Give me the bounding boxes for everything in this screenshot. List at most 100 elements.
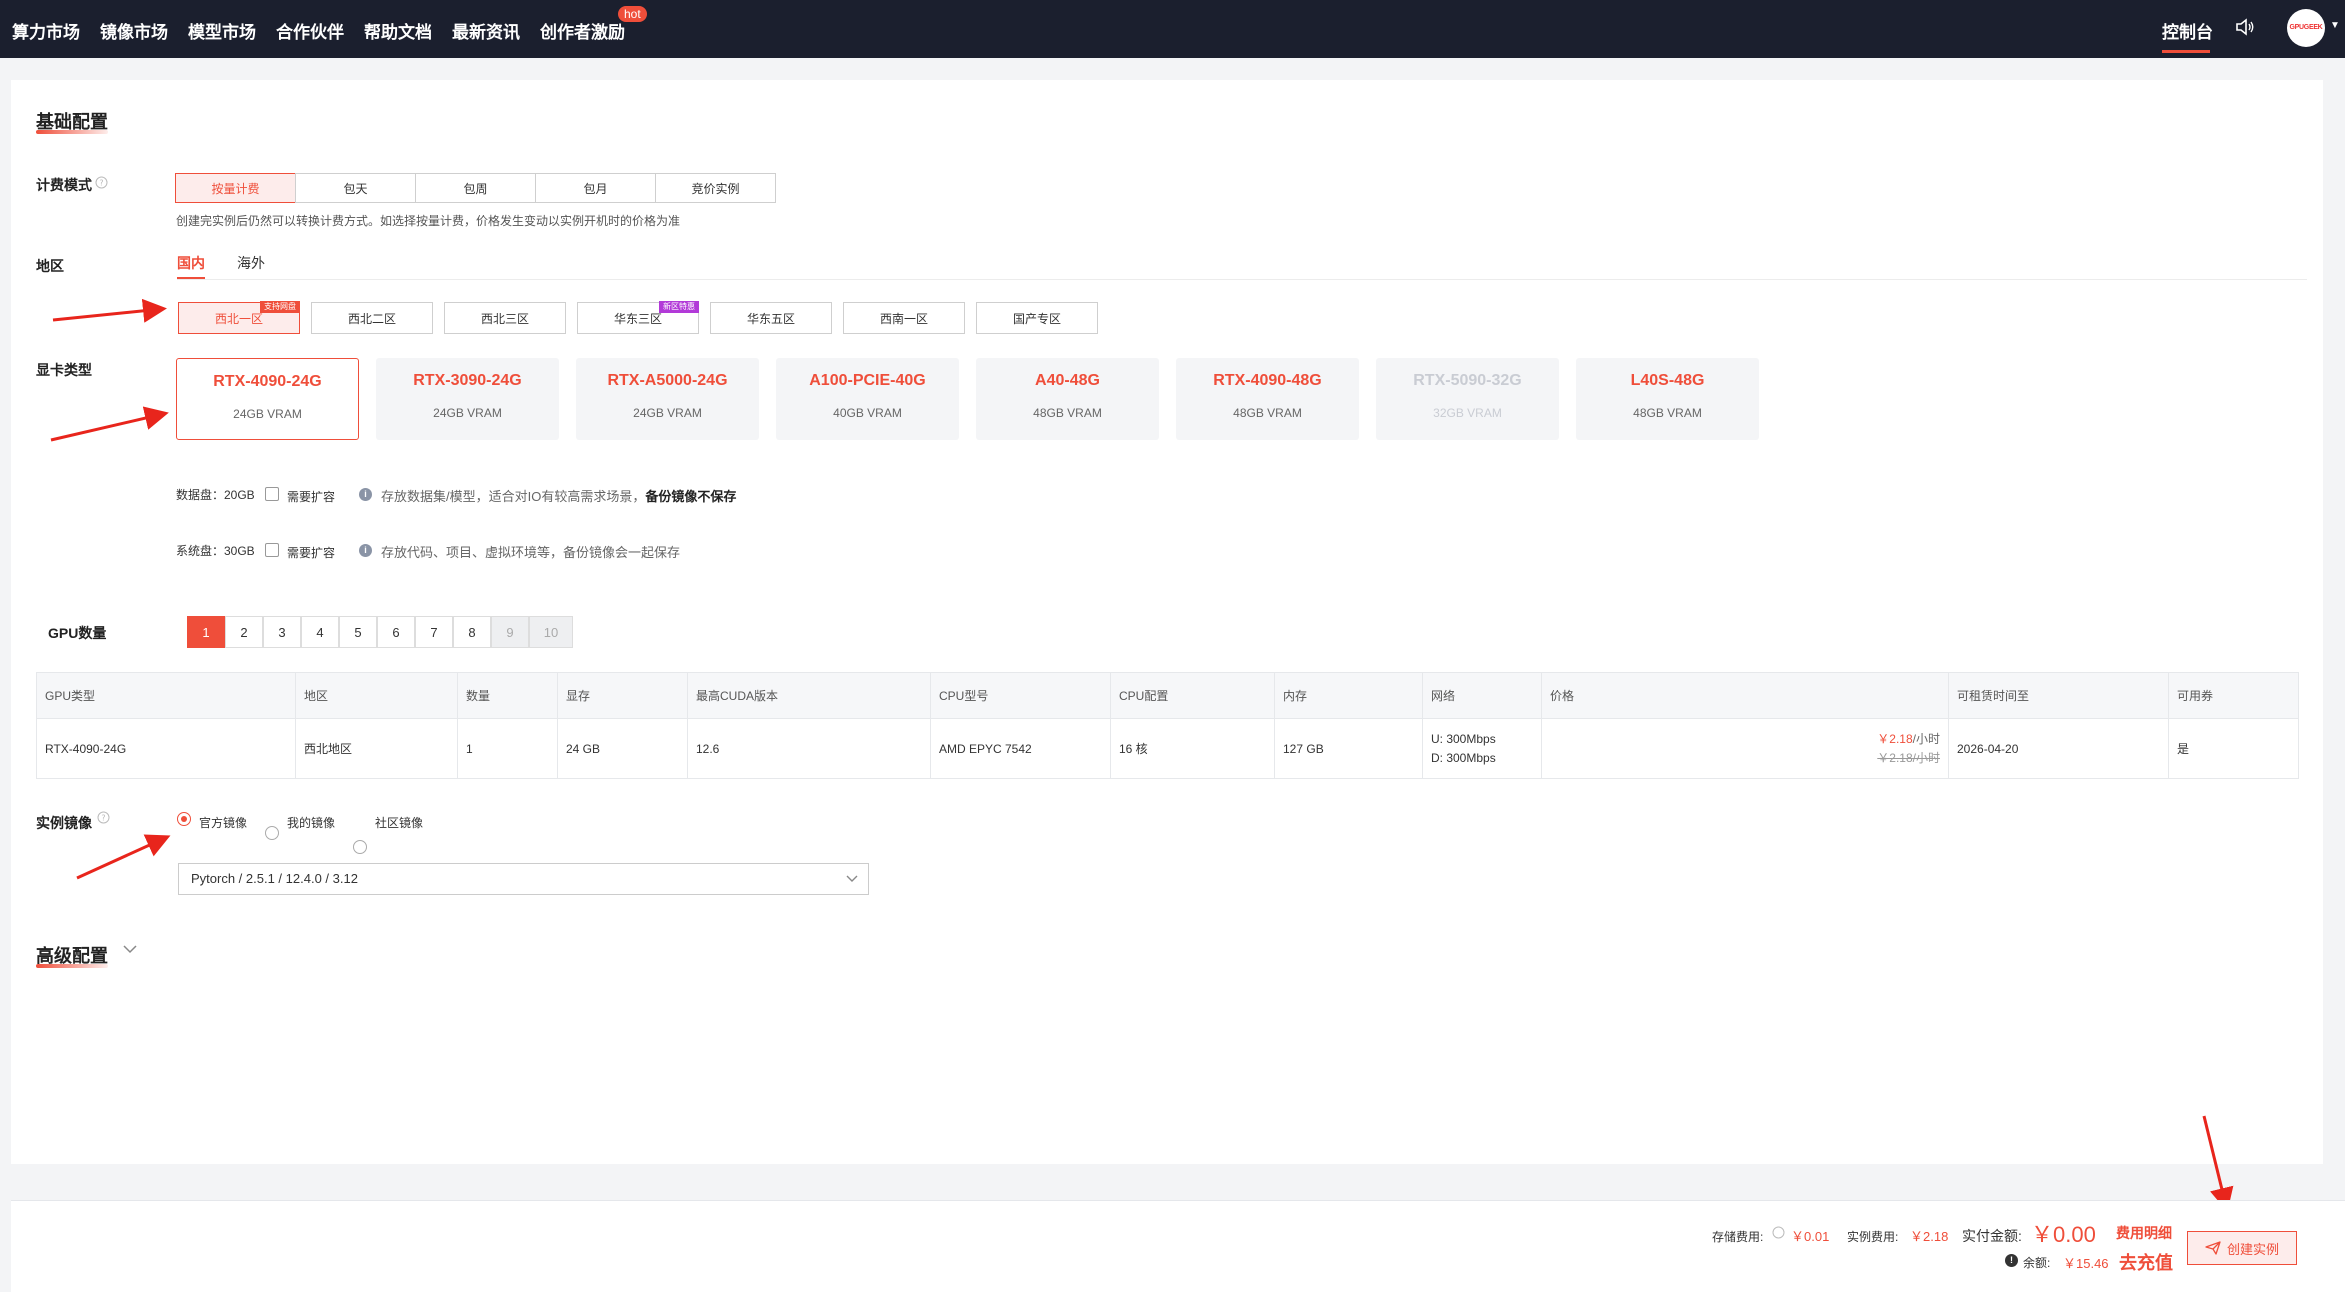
info-icon: ! bbox=[2005, 1254, 2018, 1267]
gpu-card-a40-48g[interactable]: A40-48G 48GB VRAM bbox=[976, 358, 1159, 440]
gpu-count-10: 10 bbox=[529, 616, 573, 648]
gpu-count-5[interactable]: 5 bbox=[339, 616, 377, 648]
arrow-region bbox=[52, 298, 167, 323]
gpu-card-rtx4090-48g[interactable]: RTX-4090-48G 48GB VRAM bbox=[1176, 358, 1359, 440]
price-unit: /小时 bbox=[1912, 731, 1940, 746]
gpu-name: RTX-5090-32G bbox=[1413, 372, 1522, 389]
nav-console[interactable]: 控制台 bbox=[2162, 18, 2213, 43]
data-disk-expand-label: 需要扩容 bbox=[287, 490, 336, 504]
nav-news[interactable]: 最新资讯 bbox=[452, 18, 520, 43]
arrow-image bbox=[76, 834, 171, 880]
th-rent-until: 可租赁时间至 bbox=[1948, 672, 2169, 719]
gpu-card-rtx3090-24g[interactable]: RTX-3090-24G 24GB VRAM bbox=[376, 358, 559, 440]
tab-overseas[interactable]: 海外 bbox=[237, 253, 265, 273]
image-select[interactable]: Pytorch / 2.5.1 / 12.4.0 / 3.12 bbox=[178, 863, 869, 895]
gpu-card-l40s-48g[interactable]: L40S-48G 48GB VRAM bbox=[1576, 358, 1759, 440]
billing-option-daily[interactable]: 包天 bbox=[295, 173, 416, 203]
instance-cost-value: ￥2.18 bbox=[1910, 1229, 1949, 1244]
price-old: ￥2.18/小时 bbox=[1877, 750, 1940, 765]
region-label-westnorth-1: 西北一区 bbox=[214, 311, 263, 326]
radio-label-mine: 我的镜像 bbox=[287, 816, 336, 830]
billing-option-monthly[interactable]: 包月 bbox=[535, 173, 656, 203]
th-vram: 显存 bbox=[557, 672, 688, 719]
avatar[interactable]: GPUGEEK bbox=[2287, 9, 2325, 47]
gpu-name: L40S-48G bbox=[1630, 372, 1705, 389]
nav-creator-incentive[interactable]: 创作者激励 bbox=[540, 18, 625, 43]
cell-memory: 127 GB bbox=[1274, 718, 1423, 779]
th-count: 数量 bbox=[457, 672, 558, 719]
gpu-name: RTX-4090-48G bbox=[1213, 372, 1322, 389]
title-underline bbox=[36, 964, 108, 968]
region-domestic-zone[interactable]: 国产专区 bbox=[976, 302, 1098, 334]
th-region: 地区 bbox=[295, 672, 458, 719]
gpu-name: RTX-3090-24G bbox=[413, 372, 522, 389]
gpu-count-2[interactable]: 2 bbox=[225, 616, 263, 648]
th-cpu-model: CPU型号 bbox=[930, 672, 1111, 719]
cost-detail-link[interactable]: 费用明细 bbox=[2116, 1223, 2172, 1243]
nav-model-market[interactable]: 模型市场 bbox=[188, 18, 256, 43]
gpu-card-a100-40g[interactable]: A100-PCIE-40G 40GB VRAM bbox=[776, 358, 959, 440]
gpu-name: A40-48G bbox=[1035, 372, 1100, 389]
hot-badge: hot bbox=[618, 6, 647, 22]
radio-label-community: 社区镜像 bbox=[375, 816, 424, 830]
gpu-name: RTX-A5000-24G bbox=[607, 372, 728, 389]
gpu-vram: 48GB VRAM bbox=[1633, 406, 1702, 420]
nav-image-market[interactable]: 镜像市场 bbox=[100, 18, 168, 43]
send-icon bbox=[2205, 1241, 2221, 1255]
billing-segmented: 按量计费 包天 包周 包月 竞价实例 bbox=[175, 173, 779, 203]
speaker-icon[interactable] bbox=[2234, 16, 2256, 38]
create-instance-label: 创建实例 bbox=[2226, 1241, 2279, 1257]
gpu-count-8[interactable]: 8 bbox=[453, 616, 491, 648]
billing-option-spot[interactable]: 竞价实例 bbox=[655, 173, 776, 203]
info-icon: i bbox=[359, 544, 372, 557]
table-row: RTX-4090-24G 西北地区 1 24 GB 12.6 AMD EPYC … bbox=[36, 718, 2299, 779]
region-westnorth-3[interactable]: 西北三区 bbox=[444, 302, 566, 334]
th-coupon: 可用券 bbox=[2168, 672, 2299, 719]
create-instance-button[interactable]: 创建实例 bbox=[2187, 1231, 2297, 1265]
nav-compute-market[interactable]: 算力市场 bbox=[12, 18, 80, 43]
data-disk-hint: 存放数据集/模型，适合对IO有较高需求场景，备份镜像不保存 bbox=[381, 486, 736, 505]
info-icon: i bbox=[359, 488, 372, 501]
region-southwest-1[interactable]: 西南一区 bbox=[843, 302, 965, 334]
table-header-row: GPU类型 地区 数量 显存 最高CUDA版本 CPU型号 CPU配置 内存 网… bbox=[36, 672, 2299, 719]
cell-rent-until: 2026-04-20 bbox=[1948, 718, 2169, 779]
sys-disk-expand-checkbox[interactable] bbox=[265, 543, 279, 557]
radio-community-image[interactable] bbox=[353, 840, 367, 854]
th-network: 网络 bbox=[1422, 672, 1542, 719]
region-westnorth-2[interactable]: 西北二区 bbox=[311, 302, 433, 334]
arrow-gpu bbox=[50, 406, 169, 442]
gpu-card-rtx5090-32g: RTX-5090-32G 32GB VRAM bbox=[1376, 358, 1559, 440]
gpu-count-4[interactable]: 4 bbox=[301, 616, 339, 648]
radio-my-image[interactable] bbox=[265, 826, 279, 840]
chevron-down-icon bbox=[846, 875, 858, 882]
chevron-down-icon[interactable] bbox=[123, 944, 137, 954]
cell-region: 西北地区 bbox=[295, 718, 458, 779]
cell-count: 1 bbox=[457, 718, 558, 779]
sys-disk-expand-label: 需要扩容 bbox=[287, 546, 336, 560]
storage-cost-label: 存储费用: bbox=[1712, 1230, 1764, 1244]
chevron-down-icon[interactable]: ▼ bbox=[2330, 20, 2340, 31]
region-tag: 新区特惠 bbox=[659, 301, 699, 313]
net-up: U: 300Mbps bbox=[1431, 731, 1496, 746]
region-eastchina-3[interactable]: 华东三区 新区特惠 bbox=[577, 301, 699, 334]
main-panel: 基础配置 计费模式 ? 按量计费 包天 包周 包月 竞价实例 创建完实例后仍然可… bbox=[11, 80, 2323, 1164]
help-icon[interactable] bbox=[1772, 1226, 1785, 1239]
region-eastchina-5[interactable]: 华东五区 bbox=[710, 302, 832, 334]
image-select-value: Pytorch / 2.5.1 / 12.4.0 / 3.12 bbox=[191, 871, 358, 886]
recharge-link[interactable]: 去充值 bbox=[2119, 1249, 2173, 1275]
cell-cpu-config: 16 核 bbox=[1110, 718, 1275, 779]
billing-option-weekly[interactable]: 包周 bbox=[415, 173, 536, 203]
net-down: D: 300Mbps bbox=[1431, 750, 1496, 765]
gpu-count-7[interactable]: 7 bbox=[415, 616, 453, 648]
gpu-count-3[interactable]: 3 bbox=[263, 616, 301, 648]
gpu-count-6[interactable]: 6 bbox=[377, 616, 415, 648]
data-disk-expand-checkbox[interactable] bbox=[265, 487, 279, 501]
cell-price: ￥2.18/小时 ￥2.18/小时 bbox=[1541, 718, 1949, 779]
annotation-arrows bbox=[50, 298, 171, 880]
tab-divider bbox=[177, 279, 2307, 280]
nav-partners[interactable]: 合作伙伴 bbox=[276, 18, 344, 43]
nav-help-docs[interactable]: 帮助文档 bbox=[364, 18, 432, 43]
balance-label: 余额: bbox=[2023, 1256, 2051, 1270]
region-tag: 支持网盘 bbox=[260, 301, 300, 313]
gpu-card-rtxa5000-24g[interactable]: RTX-A5000-24G 24GB VRAM bbox=[576, 358, 759, 440]
